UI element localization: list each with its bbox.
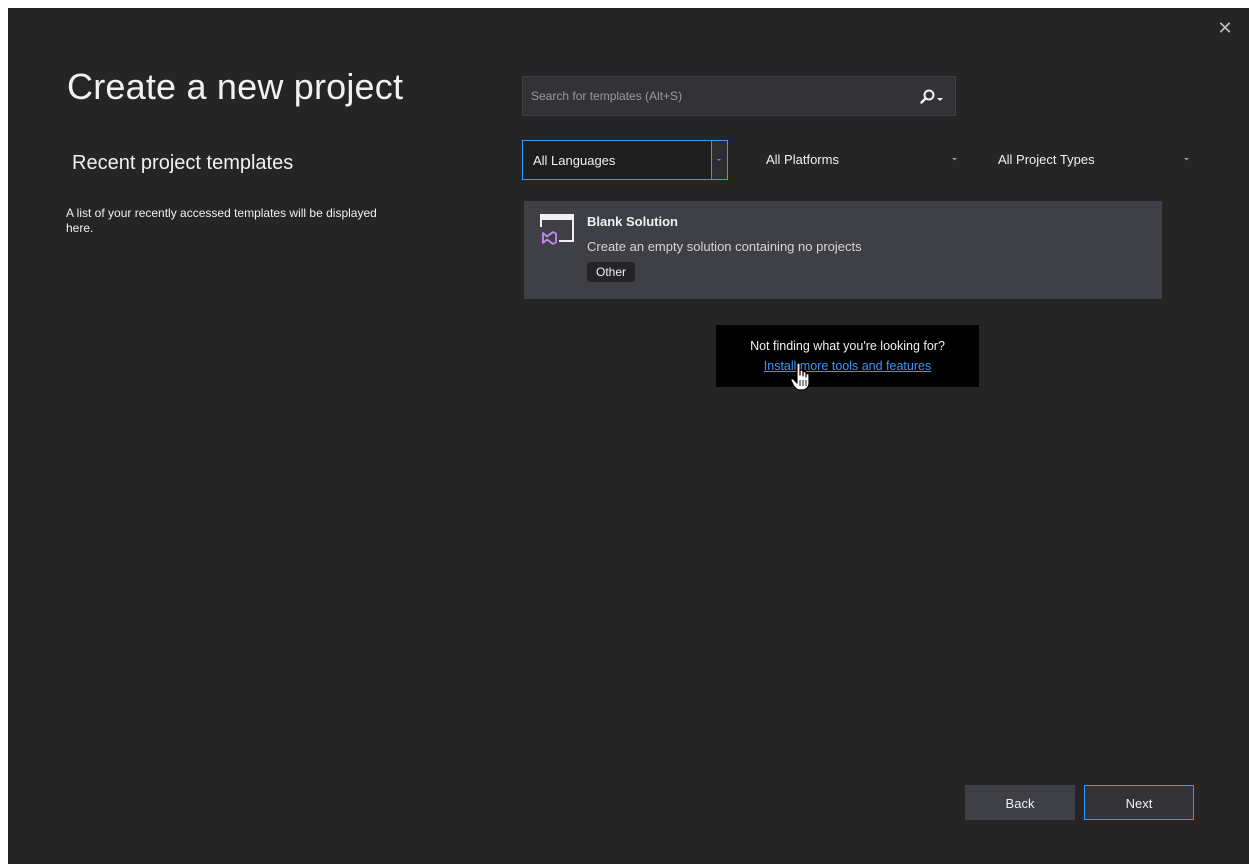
recent-templates-description: A list of your recently accessed templat… [66,206,377,235]
not-finding-tooltip: Not finding what you're looking for? Ins… [716,325,979,387]
chevron-down-icon [1180,140,1194,178]
search-input[interactable] [523,77,913,115]
install-more-tools-link[interactable]: Install more tools and features [716,359,979,373]
search-options-button[interactable] [915,87,947,107]
next-button[interactable]: Next [1084,785,1194,820]
close-button[interactable]: ✕ [1215,18,1235,38]
template-name: Blank Solution [587,214,678,229]
back-button[interactable]: Back [965,785,1075,820]
chevron-down-icon [711,141,727,179]
template-item-blank-solution[interactable]: Blank Solution Create an empty solution … [524,201,1162,299]
create-project-dialog: ✕ Create a new project Recent project te… [8,8,1249,864]
chevron-down-icon [948,140,962,178]
visual-studio-solution-icon [539,213,575,247]
chevron-down-icon [937,98,943,101]
platform-filter-label: All Platforms [766,152,839,167]
close-icon: ✕ [1217,18,1233,38]
platform-filter-dropdown[interactable]: All Platforms [756,140,966,180]
project-type-filter-dropdown[interactable]: All Project Types [988,140,1198,180]
page-title: Create a new project [67,66,404,107]
language-filter-dropdown[interactable]: All Languages [522,140,728,180]
template-description: Create an empty solution containing no p… [587,239,862,254]
template-tag: Other [587,262,636,282]
tooltip-text: Not finding what you're looking for? [750,339,945,353]
recent-templates-heading: Recent project templates [72,152,294,174]
project-type-filter-label: All Project Types [998,152,1095,167]
search-icon [920,89,943,104]
template-search-box[interactable] [522,76,956,116]
language-filter-label: All Languages [533,153,616,168]
